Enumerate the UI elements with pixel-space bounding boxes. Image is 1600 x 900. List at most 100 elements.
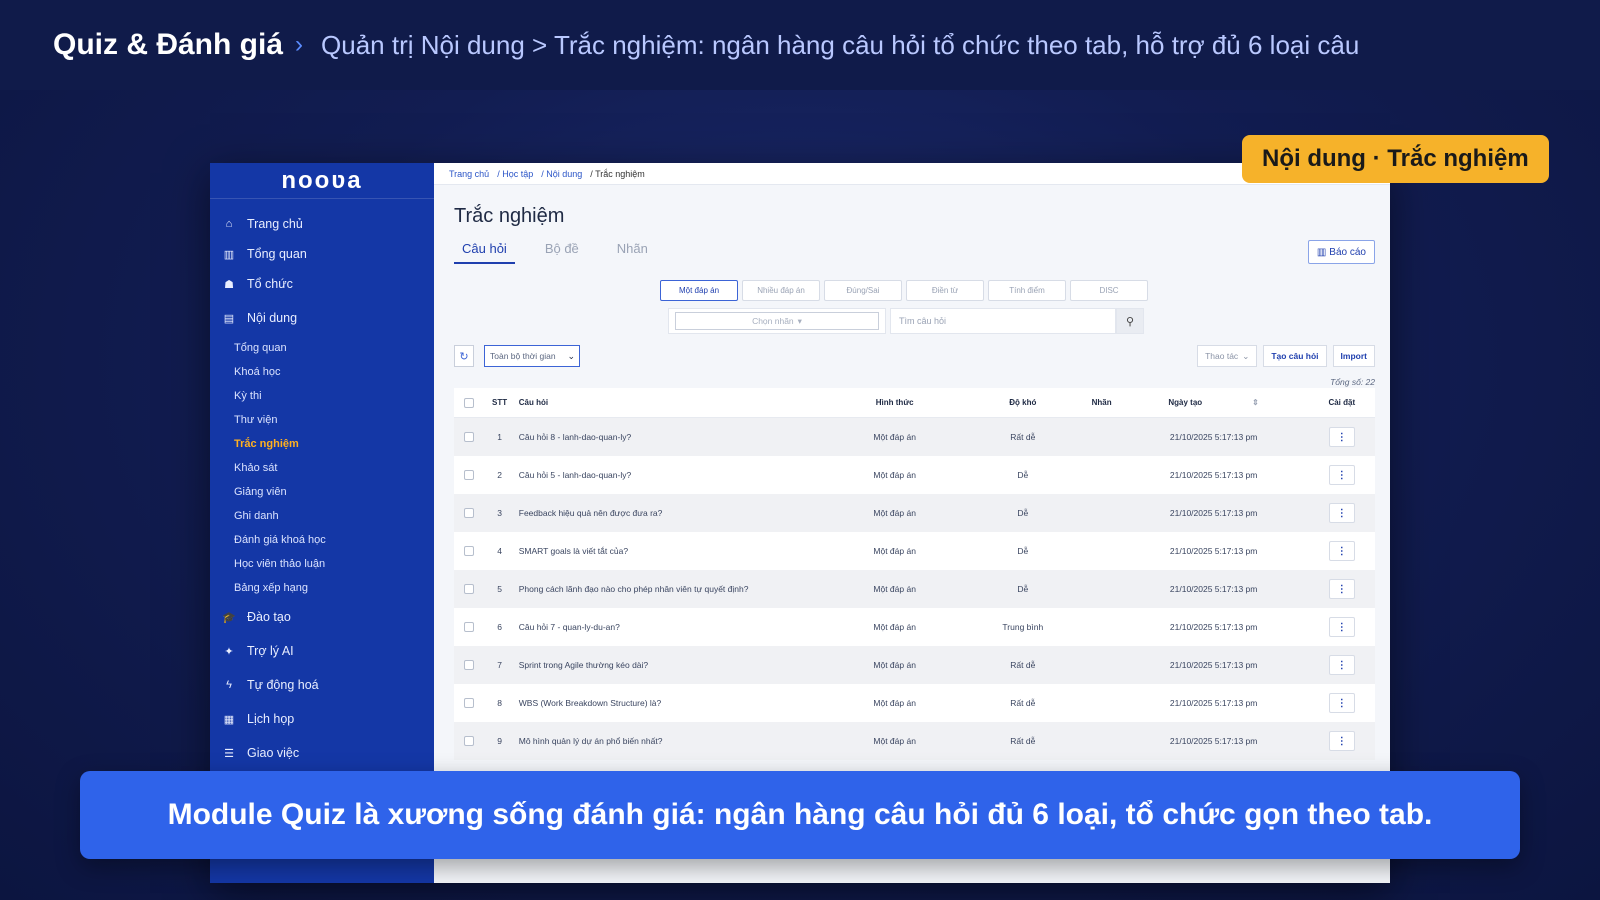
sidebar-item-dao-tao[interactable]: 🎓 Đào tạo xyxy=(222,610,291,624)
row-checkbox[interactable] xyxy=(464,470,475,480)
sidebar-subitem-giang-vien[interactable]: Giảng viên xyxy=(234,486,287,498)
type-tab-dung-sai[interactable]: Đúng/Sai xyxy=(824,280,902,301)
more-actions-button[interactable]: Thao tác ⌄ xyxy=(1197,345,1258,367)
sidebar-item-label: Giao việc xyxy=(247,746,300,760)
sidebar-subitem-tong-quan[interactable]: Tổng quan xyxy=(234,342,287,354)
sparkle-icon: ✦ xyxy=(224,645,234,658)
label-select[interactable]: Chọn nhãn ▾ xyxy=(675,312,879,330)
row-settings-button[interactable]: ⋮ xyxy=(1328,503,1355,523)
row-settings-button[interactable]: ⋮ xyxy=(1328,693,1355,713)
search-button[interactable]: ⚲ xyxy=(1116,308,1144,334)
table-row[interactable]: 6 Câu hỏi 7 - quan-ly-du-an? Một đáp án Tru… xyxy=(454,608,1375,646)
select-all-checkbox[interactable] xyxy=(464,397,475,408)
row-checkbox[interactable] xyxy=(464,508,475,518)
cell-type: Một đáp án xyxy=(873,584,916,594)
header-date-label: Ngày tạo xyxy=(1168,398,1203,407)
type-tab-mot-dap-an[interactable]: Một đáp án xyxy=(660,280,738,301)
breadcrumb-item[interactable]: Trang chủ xyxy=(449,169,489,179)
type-tab-disc[interactable]: DISC xyxy=(1070,280,1148,301)
sidebar-item-to-chuc[interactable]: ☗ Tổ chức xyxy=(222,277,293,291)
sidebar-item-tu-dong-hoa[interactable]: ϟ Tự động hoá xyxy=(222,678,319,692)
row-settings-button[interactable]: ⋮ xyxy=(1328,427,1355,447)
sidebar-subitem-danh-gia-khoa-hoc[interactable]: Đánh giá khoá học xyxy=(234,534,326,546)
sidebar-item-giao-viec[interactable]: ☰ Giao việc xyxy=(222,746,299,760)
sidebar-subitem-thu-vien[interactable]: Thư viện xyxy=(234,414,277,426)
sidebar-subitem-hoc-vien-thao-luan[interactable]: Học viên thảo luận xyxy=(234,558,325,570)
row-settings-button[interactable]: ⋮ xyxy=(1328,541,1355,561)
label-filter: Chọn nhãn ▾ xyxy=(668,308,886,334)
cell-type: Một đáp án xyxy=(873,622,916,632)
sidebar-subitem-bang-xep-hang[interactable]: Bảng xếp hạng xyxy=(234,582,308,594)
report-button[interactable]: ▥ Báo cáo xyxy=(1307,240,1375,264)
sidebar-subitem-ghi-danh[interactable]: Ghi danh xyxy=(234,510,279,522)
table-row[interactable]: 4 SMART goals là viết tắt của? Một đáp án D… xyxy=(454,532,1375,570)
banner-subtitle: Quản trị Nội dung > Trắc nghiệm: ngân hà… xyxy=(321,29,1360,60)
sidebar-item-label: Lịch họp xyxy=(247,712,295,726)
type-tab-tinh-diem[interactable]: Tính điểm xyxy=(988,280,1066,301)
header-difficulty: Độ khó xyxy=(1009,398,1037,407)
cell-type: Một đáp án xyxy=(873,432,916,442)
table-row[interactable]: 8 WBS (Work Breakdown Structure) là? Một đ… xyxy=(454,684,1375,722)
row-settings-button[interactable]: ⋮ xyxy=(1328,655,1355,675)
bolt-icon: ϟ xyxy=(226,679,232,691)
table-row[interactable]: 7 Sprint trong Agile thường kéo dài? Một đ… xyxy=(454,646,1375,684)
table-row[interactable]: 3 Feedback hiệu quả nên được đưa ra? Một đ… xyxy=(454,494,1375,532)
sidebar-subitem-trac-nghiem[interactable]: Trắc nghiệm xyxy=(234,438,299,450)
row-settings-button[interactable]: ⋮ xyxy=(1328,465,1355,485)
refresh-button[interactable]: ↻ xyxy=(454,345,474,367)
row-settings-button[interactable]: ⋮ xyxy=(1328,617,1355,637)
kebab-menu-icon: ⋮ xyxy=(1336,469,1347,481)
sidebar-item-lich-hop[interactable]: ▦ Lịch họp xyxy=(222,712,294,726)
row-settings-button[interactable]: ⋮ xyxy=(1328,579,1355,599)
cell-date: 21/10/2025 5:17:13 pm xyxy=(1169,622,1258,632)
sidebar-subitem-ky-thi[interactable]: Kỳ thi xyxy=(234,390,262,402)
tab-nhan[interactable]: Nhãn xyxy=(609,239,656,264)
type-tab-nhieu-dap-an[interactable]: Nhiều đáp án xyxy=(742,280,820,301)
type-tab-dien-tu[interactable]: Điền từ xyxy=(906,280,984,301)
create-question-button[interactable]: Tạo câu hỏi xyxy=(1263,345,1327,367)
row-checkbox[interactable] xyxy=(464,432,475,442)
sidebar-subitem-khoa-hoc[interactable]: Khoá học xyxy=(234,366,280,378)
row-settings-button[interactable]: ⋮ xyxy=(1328,731,1355,751)
row-checkbox[interactable] xyxy=(464,660,475,670)
breadcrumb-current: / Trắc nghiệm xyxy=(590,168,645,179)
bar-chart-icon: ▥ xyxy=(223,248,235,261)
tab-bar: Câu hỏi Bộ đề Nhãn xyxy=(454,239,678,264)
cell-question: Feedback hiệu quả nên được đưa ra? xyxy=(518,508,663,518)
table-row[interactable]: 1 Câu hỏi 8 - lanh-dao-quan-ly? Một đáp án… xyxy=(454,418,1375,456)
import-button[interactable]: Import xyxy=(1332,345,1375,367)
cell-type: Một đáp án xyxy=(873,698,916,708)
cell-date: 21/10/2025 5:17:13 pm xyxy=(1169,660,1258,670)
row-checkbox[interactable] xyxy=(464,546,475,556)
app-logo[interactable]: nooʋa xyxy=(210,163,434,199)
question-type-tabs: Một đáp án Nhiều đáp án Đúng/Sai Điền từ… xyxy=(660,280,1152,301)
sidebar-subitem-khao-sat[interactable]: Khảo sát xyxy=(234,462,277,474)
sidebar-item-trang-chu[interactable]: ⌂ Trang chủ xyxy=(222,217,303,231)
kebab-menu-icon: ⋮ xyxy=(1336,697,1347,709)
sidebar-item-tong-quan[interactable]: ▥ Tổng quan xyxy=(222,247,307,261)
cell-difficulty: Rất dễ xyxy=(1010,432,1036,442)
sidebar-item-tro-ly-ai[interactable]: ✦ Trợ lý AI xyxy=(222,644,294,658)
breadcrumb-item[interactable]: / Học tập xyxy=(497,169,533,179)
row-checkbox[interactable] xyxy=(464,622,475,632)
row-checkbox[interactable] xyxy=(464,698,475,708)
sort-icon[interactable]: ⇕ xyxy=(1252,398,1259,407)
period-select[interactable]: Toàn bộ thời gian ⌄ xyxy=(484,345,580,367)
row-checkbox[interactable] xyxy=(464,736,475,746)
tab-cau-hoi[interactable]: Câu hỏi xyxy=(454,239,515,264)
tab-bo-de[interactable]: Bộ đề xyxy=(537,239,587,264)
search-input[interactable]: Tìm câu hỏi xyxy=(890,308,1116,334)
cell-stt: 6 xyxy=(497,622,502,632)
header-date[interactable]: Ngày tạo ⇕ xyxy=(1119,398,1309,407)
book-icon: ▤ xyxy=(223,312,235,325)
sidebar-item-label: Trợ lý AI xyxy=(247,644,294,658)
cell-question: Mô hình quản lý dự án phổ biến nhất? xyxy=(518,736,663,746)
table-row[interactable]: 2 Câu hỏi 5 - lanh-dao-quan-ly? Một đáp án… xyxy=(454,456,1375,494)
cell-date: 21/10/2025 5:17:13 pm xyxy=(1169,432,1258,442)
table-row[interactable]: 9 Mô hình quản lý dự án phổ biến nhất? Một… xyxy=(454,722,1375,760)
breadcrumb-item[interactable]: / Nội dung xyxy=(541,169,582,179)
cell-question: Câu hỏi 5 - lanh-dao-quan-ly? xyxy=(518,470,632,480)
sidebar-item-noi-dung[interactable]: ▤ Nội dung xyxy=(222,311,297,325)
table-row[interactable]: 5 Phong cách lãnh đạo nào cho phép nhân v… xyxy=(454,570,1375,608)
row-checkbox[interactable] xyxy=(464,584,475,594)
